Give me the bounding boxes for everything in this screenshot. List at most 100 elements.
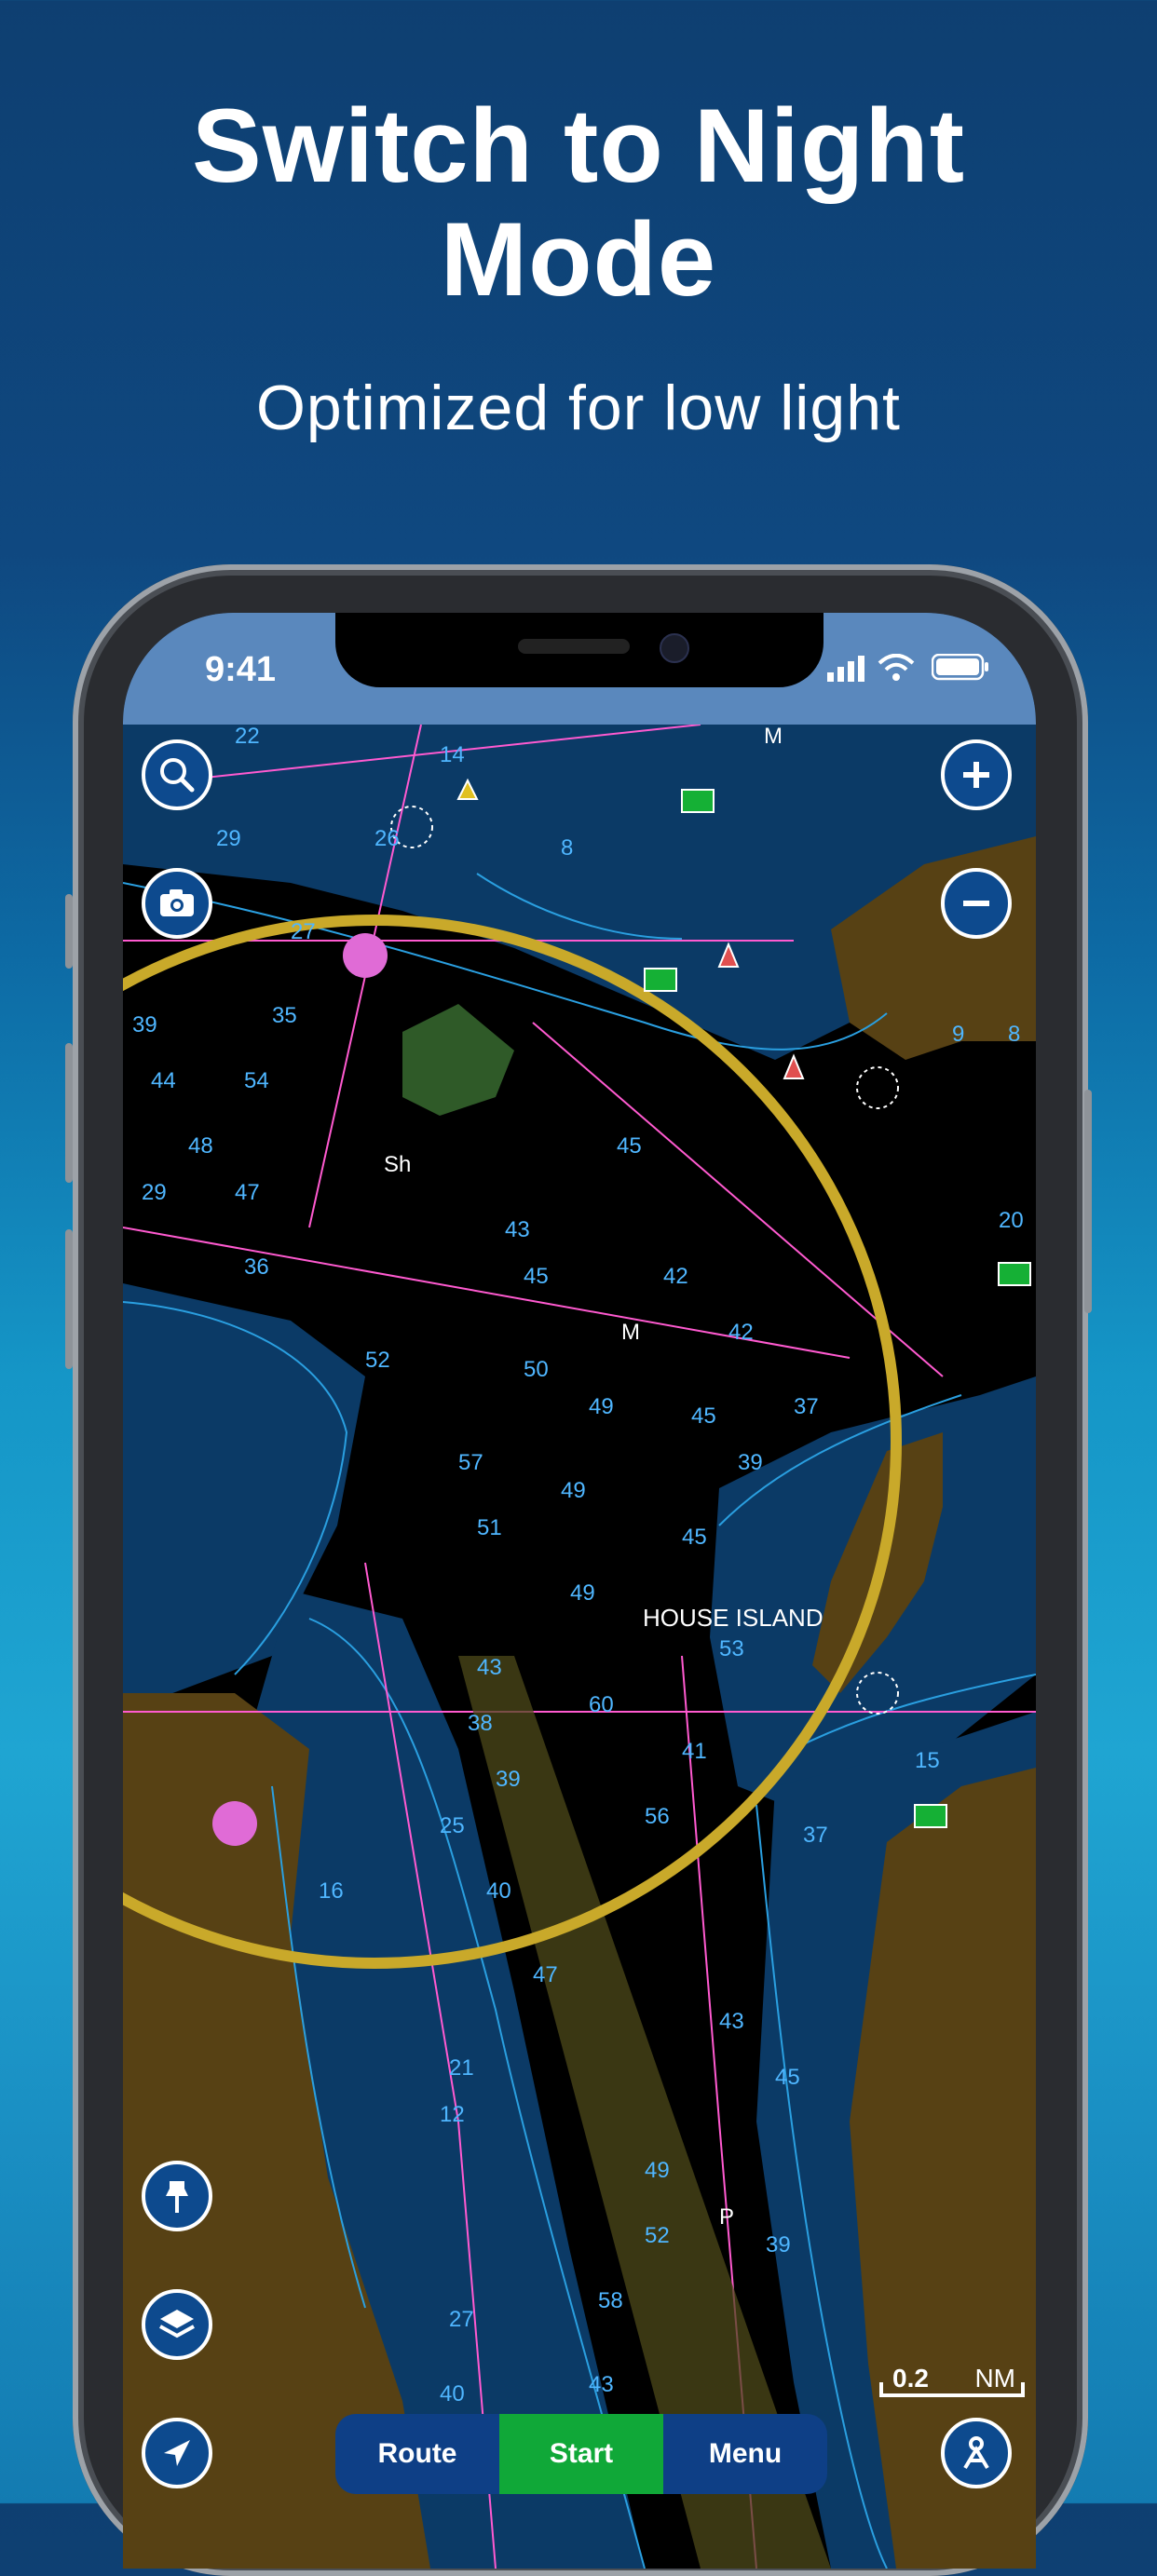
svg-text:39: 39: [496, 1767, 521, 1792]
svg-text:56: 56: [645, 1804, 670, 1829]
place-label-house-island: HOUSE ISLAND: [643, 1604, 824, 1632]
drop-pin-button[interactable]: [142, 2161, 212, 2231]
svg-text:42: 42: [663, 1264, 688, 1289]
zoom-out-button[interactable]: [941, 868, 1012, 939]
wifi-icon: [878, 654, 915, 681]
earpiece-speaker: [518, 639, 630, 654]
svg-text:29: 29: [142, 1180, 167, 1205]
scale-bar: 0.2 NM: [879, 2364, 1025, 2401]
svg-text:15: 15: [915, 1748, 940, 1773]
svg-text:12: 12: [440, 2102, 465, 2127]
layers-icon: [159, 2310, 195, 2339]
side-button-volume-up: [65, 1043, 73, 1183]
svg-text:39: 39: [766, 2232, 791, 2257]
menu-button[interactable]: Menu: [663, 2414, 827, 2494]
zoom-in-button[interactable]: [941, 739, 1012, 810]
svg-text:40: 40: [440, 2381, 465, 2407]
svg-text:M: M: [621, 1320, 640, 1345]
svg-text:21: 21: [449, 2055, 474, 2081]
svg-text:26: 26: [374, 826, 400, 851]
person-icon: [963, 2436, 989, 2470]
svg-text:20: 20: [999, 1208, 1024, 1233]
svg-text:50: 50: [524, 1357, 549, 1382]
svg-text:60: 60: [589, 1692, 614, 1717]
svg-text:49: 49: [570, 1580, 595, 1606]
headline-line-2: Mode: [440, 201, 717, 318]
svg-text:45: 45: [691, 1403, 716, 1429]
search-icon: [160, 758, 195, 793]
svg-text:38: 38: [468, 1711, 493, 1736]
svg-text:8: 8: [1008, 1022, 1020, 1047]
svg-text:M: M: [764, 725, 783, 749]
start-button[interactable]: Start: [499, 2414, 663, 2494]
profile-button[interactable]: [941, 2418, 1012, 2488]
svg-text:43: 43: [589, 2372, 614, 2397]
svg-text:45: 45: [775, 2065, 800, 2090]
svg-text:43: 43: [477, 1655, 502, 1680]
svg-text:39: 39: [738, 1450, 763, 1475]
svg-text:35: 35: [272, 1003, 297, 1028]
svg-text:43: 43: [505, 1217, 530, 1242]
nautical-chart[interactable]: 22 29 26 27 8 14 39 44 54 48 29 47 36 35 45 43 42 45…: [123, 725, 1036, 2569]
svg-text:37: 37: [794, 1394, 819, 1419]
phone-screen: 22 29 26 27 8 14 39 44 54 48 29 47 36 35 45 43 42 45…: [123, 613, 1036, 2569]
bottom-action-bar: Route Start Menu: [335, 2414, 827, 2494]
svg-text:53: 53: [719, 1636, 744, 1661]
svg-text:47: 47: [533, 1962, 558, 1987]
svg-text:48: 48: [188, 1133, 213, 1159]
side-button-power: [1084, 1090, 1092, 1313]
front-camera: [660, 633, 689, 663]
scale-line: [879, 2393, 1025, 2397]
svg-text:42: 42: [728, 1320, 754, 1345]
svg-text:36: 36: [244, 1254, 269, 1280]
svg-text:37: 37: [803, 1823, 828, 1848]
scale-tick-left: [879, 2382, 883, 2397]
side-button-volume-down: [65, 1229, 73, 1369]
svg-text:P: P: [719, 2204, 734, 2230]
route-button[interactable]: Route: [335, 2414, 499, 2494]
svg-text:9: 9: [952, 1022, 964, 1047]
svg-text:45: 45: [682, 1525, 707, 1550]
camera-icon: [160, 889, 194, 916]
layers-button[interactable]: [142, 2289, 212, 2360]
svg-text:49: 49: [561, 1478, 586, 1503]
search-button[interactable]: [142, 739, 212, 810]
svg-text:29: 29: [216, 826, 241, 851]
scale-value: 0.2: [892, 2364, 929, 2393]
headline: Switch to Night Mode: [0, 89, 1157, 317]
svg-text:39: 39: [132, 1012, 157, 1037]
phone-notch: [335, 613, 824, 687]
svg-text:45: 45: [524, 1264, 549, 1289]
svg-text:40: 40: [486, 1878, 511, 1904]
svg-text:57: 57: [458, 1450, 483, 1475]
scale-tick-right: [1021, 2382, 1025, 2397]
headline-line-1: Switch to Night: [191, 88, 965, 204]
svg-text:44: 44: [151, 1068, 176, 1093]
svg-text:14: 14: [440, 742, 465, 767]
svg-text:58: 58: [598, 2288, 623, 2313]
minus-icon: [963, 901, 989, 906]
navigation-arrow-icon: [164, 2440, 190, 2466]
svg-text:16: 16: [319, 1878, 344, 1904]
svg-text:8: 8: [561, 835, 573, 861]
svg-text:49: 49: [645, 2158, 670, 2183]
svg-text:43: 43: [719, 2009, 744, 2034]
locate-me-button[interactable]: [142, 2418, 212, 2488]
svg-text:51: 51: [477, 1515, 502, 1540]
svg-text:41: 41: [682, 1739, 707, 1764]
scale-unit: NM: [974, 2364, 1015, 2393]
plus-icon: [963, 762, 989, 788]
svg-text:45: 45: [617, 1133, 642, 1159]
svg-text:27: 27: [291, 919, 316, 944]
svg-text:47: 47: [235, 1180, 260, 1205]
status-time: 9:41: [205, 650, 277, 689]
pin-icon: [166, 2181, 188, 2213]
svg-text:49: 49: [589, 1394, 614, 1419]
side-button-mute: [65, 894, 73, 969]
svg-text:22: 22: [235, 725, 260, 749]
svg-text:27: 27: [449, 2307, 474, 2332]
camera-button[interactable]: [142, 868, 212, 939]
cellular-signal-icon: [827, 656, 864, 682]
svg-text:52: 52: [365, 1348, 390, 1373]
battery-icon: [932, 654, 988, 681]
